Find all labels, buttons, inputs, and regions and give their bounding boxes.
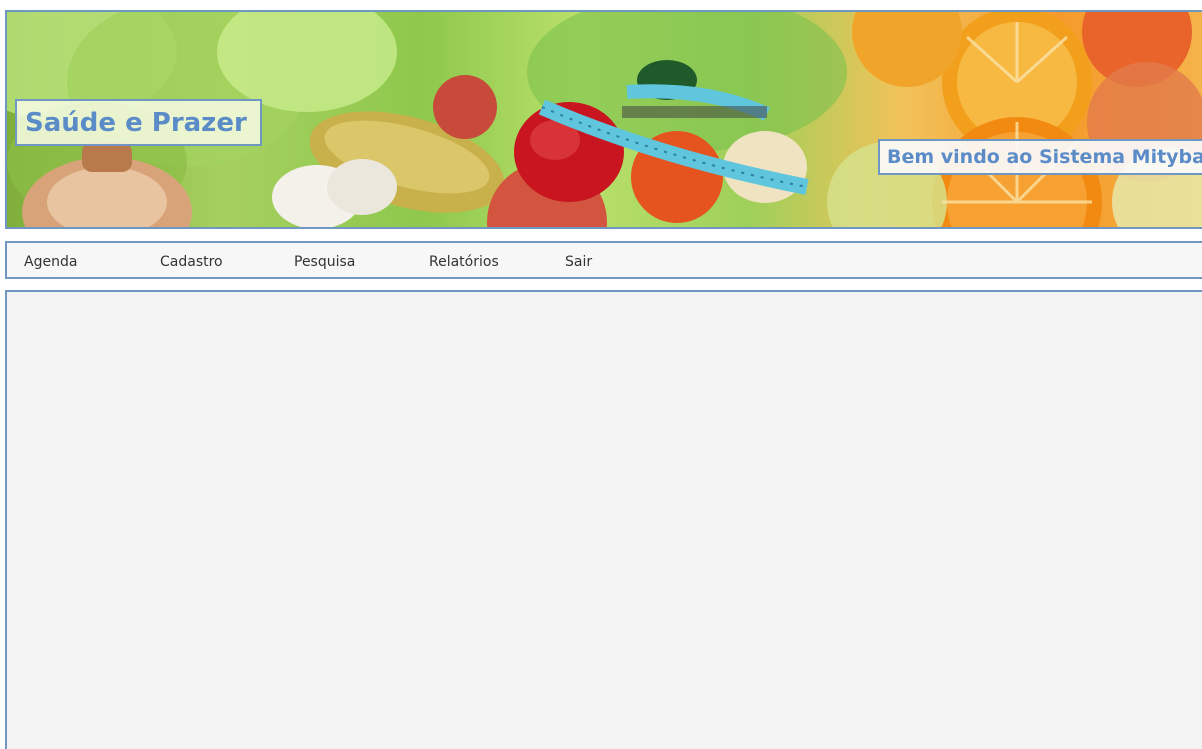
welcome-box: Bem vindo ao Sistema Mityba <box>878 139 1202 175</box>
menu-item-cadastro[interactable]: Cadastro <box>160 243 223 277</box>
menu-item-pesquisa[interactable]: Pesquisa <box>294 243 355 277</box>
menu-item-relatorios[interactable]: Relatórios <box>429 243 499 277</box>
header-banner: Saúde e Prazer Bem vindo ao Sistema Mity… <box>5 10 1202 229</box>
content-area <box>5 290 1202 749</box>
app-page: Saúde e Prazer Bem vindo ao Sistema Mity… <box>0 0 1202 749</box>
welcome-message: Bem vindo ao Sistema Mityba <box>887 146 1202 168</box>
menu-item-sair[interactable]: Sair <box>565 243 592 277</box>
site-title-box: Saúde e Prazer <box>15 99 262 146</box>
menu-item-agenda[interactable]: Agenda <box>24 243 77 277</box>
site-title: Saúde e Prazer <box>25 107 247 138</box>
main-menu: Agenda Cadastro Pesquisa Relatórios Sair <box>5 241 1202 279</box>
